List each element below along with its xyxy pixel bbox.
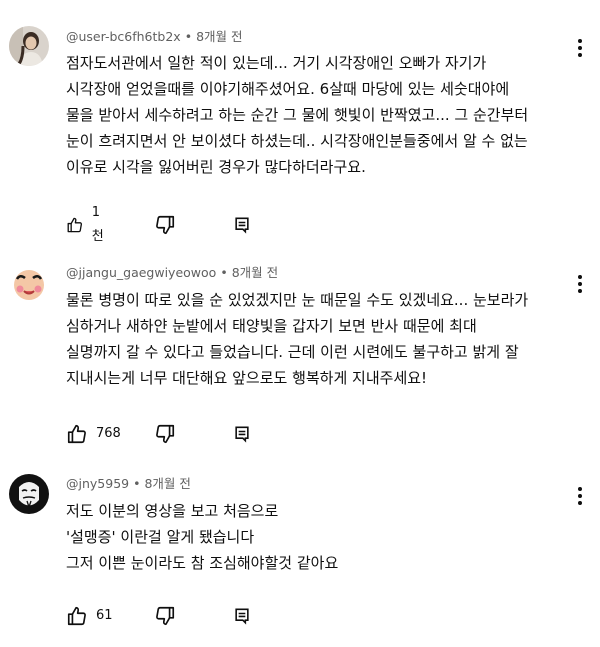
comment-line: 눈이 흐려지면서 안 보이셨다 하셨는데.. 시각장애인분들중에서 알 수 없는 — [66, 132, 528, 150]
comment-line: 지내시는게 너무 대단해요 앞으로도 행복하게 지내주세요! — [66, 369, 428, 387]
comment-item: @user-bc6fh6tb2x • 8개월 전 점자도서관에서 일한 적이 있는데… — [0, 0, 600, 244]
comment-line: 저도 이분의 영상을 보고 처음으로 — [66, 502, 279, 520]
dislike-button[interactable] — [154, 213, 176, 237]
reply-button[interactable] — [232, 422, 252, 446]
meta-separator: • — [133, 476, 141, 491]
comment-time[interactable]: 8개월 전 — [232, 265, 278, 280]
comment-text: 물론 병명이 따로 있을 순 있었겠지만 눈 때문일 수도 있겠네요... 눈보… — [66, 287, 581, 391]
comment-time[interactable]: 8개월 전 — [144, 476, 190, 491]
comment-item: @jjangu_gaegwiyeowoo • 8개월 전 물론 병명이 따로 있을 … — [0, 240, 600, 450]
reply-button[interactable] — [232, 604, 252, 628]
like-button[interactable]: 61 — [66, 604, 113, 628]
comment-item: @jny5959 • 8개월 전 저도 이분의 영상을 보고 처음으로 '설맹증' … — [0, 450, 600, 647]
reply-comment-icon — [235, 426, 249, 443]
comment-author[interactable]: @user-bc6fh6tb2x — [66, 29, 181, 44]
comment-line: 물을 받아서 세수하려고 하는 순간 그 물에 햇빛이 반짝였고... 그 순간… — [66, 106, 529, 124]
thumb-down-icon — [156, 215, 175, 235]
comment-meta: @jny5959 • 8개월 전 — [66, 476, 191, 492]
comment-author[interactable]: @jjangu_gaegwiyeowoo — [66, 265, 216, 280]
thumb-down-icon — [156, 424, 175, 444]
like-button[interactable]: 768 — [66, 422, 121, 446]
comment-meta: @jjangu_gaegwiyeowoo • 8개월 전 — [66, 265, 278, 281]
thumb-up-icon — [67, 606, 86, 626]
reply-comment-icon — [235, 608, 249, 625]
comment-author[interactable]: @jny5959 — [66, 476, 129, 491]
comment-line: 이유로 시각을 잃어버린 경우가 많다하더라구요. — [66, 158, 366, 176]
thumb-up-icon — [67, 217, 83, 233]
comment-line: 실명까지 갈 수 있다고 들었습니다. 근데 이런 시련에도 불구하고 밝게 잘 — [66, 343, 519, 361]
like-count: 768 — [96, 426, 121, 441]
avatar[interactable] — [9, 264, 49, 304]
comment-line: 그저 이쁜 눈이라도 참 조심해야할것 같아요 — [66, 554, 339, 572]
reply-comment-icon — [235, 217, 249, 234]
dislike-button[interactable] — [154, 422, 176, 446]
thumb-down-icon — [156, 606, 175, 626]
thumb-up-icon — [67, 424, 86, 444]
like-button[interactable]: 1천 — [66, 205, 108, 244]
comment-line: 심하거나 새하얀 눈밭에서 태양빛을 갑자기 보면 반사 때문에 최대 — [66, 317, 477, 335]
comment-time[interactable]: 8개월 전 — [196, 29, 242, 44]
like-count: 61 — [96, 608, 113, 623]
meta-separator: • — [184, 29, 193, 44]
avatar[interactable] — [9, 474, 49, 514]
comment-text: 점자도서관에서 일한 적이 있는데... 거기 시각장애인 오빠가 자기가 시각… — [66, 50, 581, 180]
comment-line: '설맹증' 이란걸 알게 됐습니다 — [66, 528, 255, 546]
dislike-button[interactable] — [154, 604, 176, 628]
reply-button[interactable] — [232, 213, 252, 237]
comment-line: 점자도서관에서 일한 적이 있는데... 거기 시각장애인 오빠가 자기가 — [66, 54, 487, 72]
comment-meta: @user-bc6fh6tb2x • 8개월 전 — [66, 29, 243, 45]
comment-text: 저도 이분의 영상을 보고 처음으로 '설맹증' 이란걸 알게 됐습니다 그저 … — [66, 498, 581, 576]
avatar[interactable] — [9, 26, 49, 66]
comment-line: 물론 병명이 따로 있을 순 있었겠지만 눈 때문일 수도 있겠네요... 눈보… — [66, 291, 529, 309]
comment-line: 시각장애 얻었을때를 이야기해주셨어요. 6살때 마당에 있는 세숫대야에 — [66, 80, 510, 98]
meta-separator: • — [220, 265, 228, 280]
